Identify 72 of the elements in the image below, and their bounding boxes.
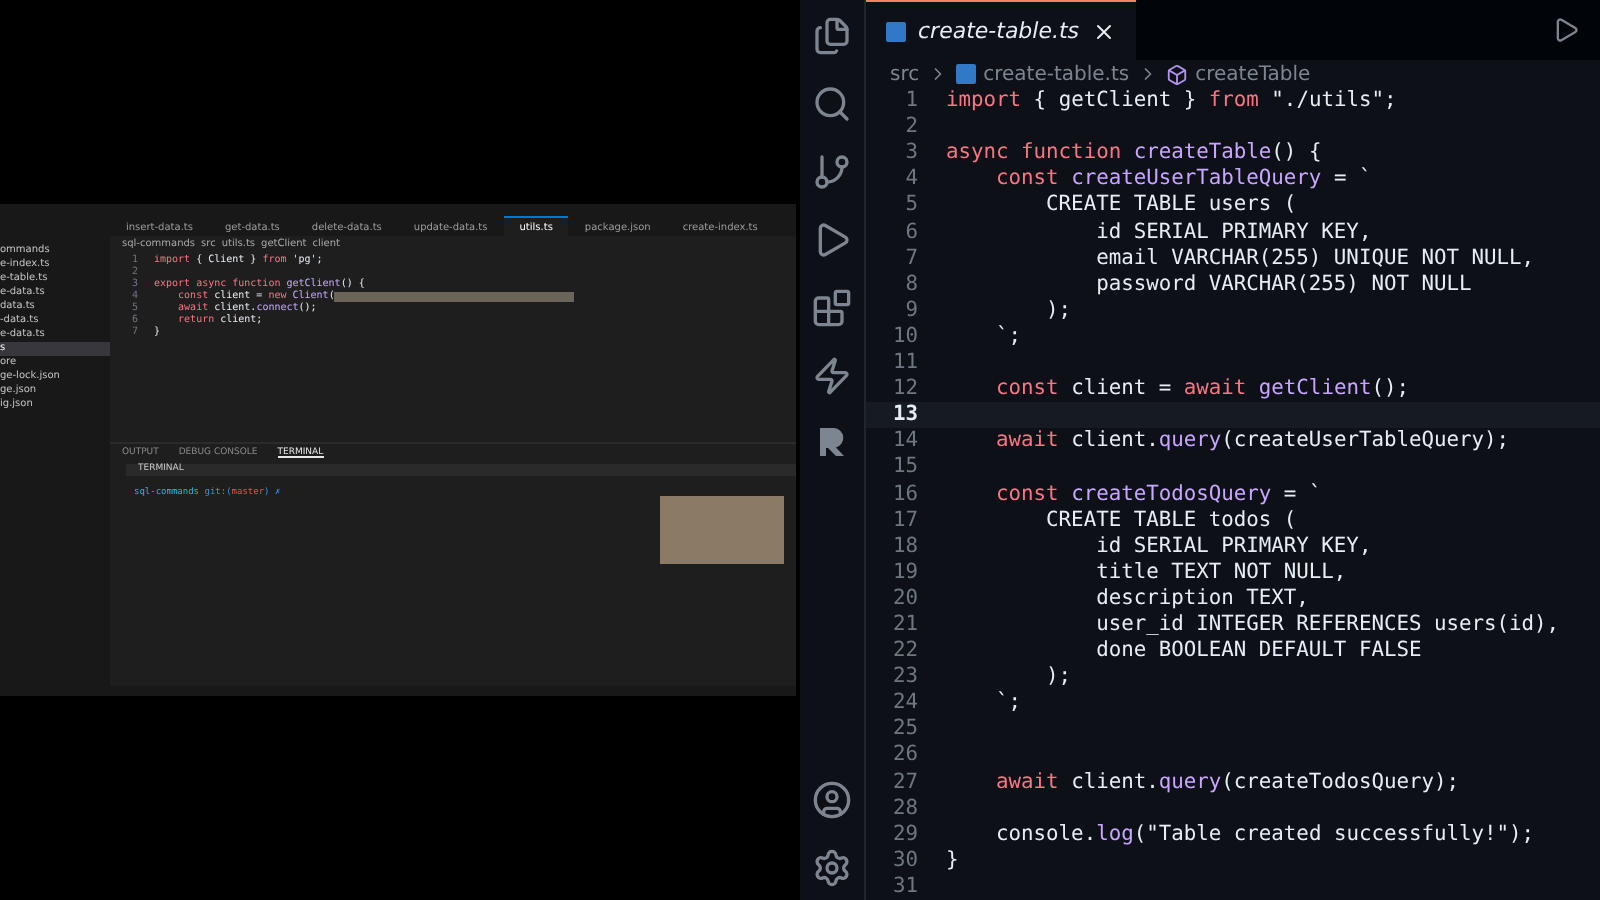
code-line: user_id INTEGER REFERENCES users(id), bbox=[1094, 611, 1560, 639]
typescript-file-icon bbox=[955, 64, 976, 85]
code-line: import { getClient } from "./utils"; bbox=[946, 88, 1397, 115]
account-icon[interactable] bbox=[812, 780, 852, 820]
code-line: password VARCHAR(255) NOT NULL bbox=[1094, 271, 1472, 298]
line-number: 28 bbox=[890, 795, 920, 822]
line-number: 31 bbox=[890, 873, 920, 900]
editor-tab[interactable]: create-table.ts bbox=[866, 0, 1136, 60]
line-number: 10 bbox=[890, 323, 920, 351]
code-line: const client = await getClient(); bbox=[994, 376, 1409, 403]
line-number: 25 bbox=[890, 716, 920, 743]
line-number: 21 bbox=[890, 611, 920, 639]
code-line: ); bbox=[1044, 664, 1072, 691]
lightning-icon[interactable] bbox=[812, 356, 852, 396]
files-icon[interactable] bbox=[812, 16, 852, 56]
line-number: 8 bbox=[903, 271, 920, 298]
typescript-file-icon bbox=[886, 21, 906, 41]
line-number: 19 bbox=[890, 559, 920, 586]
line-number: 15 bbox=[890, 454, 920, 481]
line-number: 14 bbox=[890, 428, 920, 455]
breadcrumb-item[interactable]: create-table.ts bbox=[983, 63, 1130, 86]
code-line: done BOOLEAN DEFAULT FALSE bbox=[1094, 638, 1422, 665]
cube-icon bbox=[1165, 63, 1188, 86]
line-number: 23 bbox=[890, 664, 920, 691]
line-number: 4 bbox=[903, 166, 920, 193]
line-number: 5 bbox=[903, 192, 920, 220]
code-line: title TEXT NOT NULL, bbox=[1094, 559, 1347, 586]
line-number: 9 bbox=[903, 297, 920, 324]
code-line: await client.query(createTodosQuery); bbox=[994, 769, 1459, 796]
line-number: 24 bbox=[890, 690, 920, 717]
line-number: 16 bbox=[890, 481, 920, 508]
line-number: 7 bbox=[903, 245, 920, 272]
line-number: 11 bbox=[890, 350, 920, 377]
line-number: 20 bbox=[890, 585, 920, 612]
code-line: console.log("Table created successfully!"); bbox=[994, 821, 1535, 848]
breadcrumb-item[interactable]: src bbox=[890, 63, 920, 86]
code-line: } bbox=[946, 847, 959, 874]
code-line: const createTodosQuery = ` bbox=[994, 481, 1322, 508]
code-line: id SERIAL PRIMARY KEY, bbox=[1094, 219, 1372, 246]
close-icon[interactable] bbox=[1091, 19, 1116, 43]
line-number: 2 bbox=[903, 114, 920, 141]
line-number: 22 bbox=[890, 638, 920, 665]
line-number: 3 bbox=[903, 140, 920, 167]
search-icon[interactable] bbox=[812, 84, 852, 124]
line-number: 29 bbox=[890, 821, 920, 848]
breadcrumb-item[interactable]: createTable bbox=[1195, 63, 1311, 86]
line-number: 30 bbox=[890, 847, 920, 874]
line-number: 13 bbox=[890, 402, 920, 429]
code-line: CREATE TABLE users ( bbox=[1044, 192, 1297, 220]
code-line: `; bbox=[994, 323, 1022, 351]
code-line: description TEXT, bbox=[1094, 585, 1309, 612]
code-line: id SERIAL PRIMARY KEY, bbox=[1094, 533, 1372, 560]
line-number: 17 bbox=[890, 507, 920, 534]
code-line: ); bbox=[1044, 297, 1072, 324]
branch-icon[interactable] bbox=[812, 152, 852, 192]
settings-icon[interactable] bbox=[812, 848, 852, 888]
code-line: async function createTable() { bbox=[946, 140, 1322, 167]
code-line: CREATE TABLE todos ( bbox=[1044, 507, 1297, 534]
letter-shape-icon[interactable] bbox=[814, 424, 850, 460]
run-icon[interactable] bbox=[1552, 16, 1580, 44]
line-number: 6 bbox=[903, 219, 920, 246]
code-line: const createUserTableQuery = ` bbox=[994, 166, 1372, 193]
code-line: await client.query(createUserTableQuery); bbox=[994, 428, 1510, 455]
line-number: 1 bbox=[903, 88, 920, 115]
line-number: 26 bbox=[890, 742, 920, 770]
code-line: email VARCHAR(255) UNIQUE NOT NULL, bbox=[1094, 245, 1535, 272]
line-number: 18 bbox=[890, 533, 920, 560]
code-line: `; bbox=[994, 690, 1022, 717]
line-number: 12 bbox=[890, 376, 920, 403]
extensions-icon[interactable] bbox=[812, 288, 852, 328]
photo-placeholder bbox=[660, 496, 784, 564]
line-number: 27 bbox=[890, 769, 920, 796]
